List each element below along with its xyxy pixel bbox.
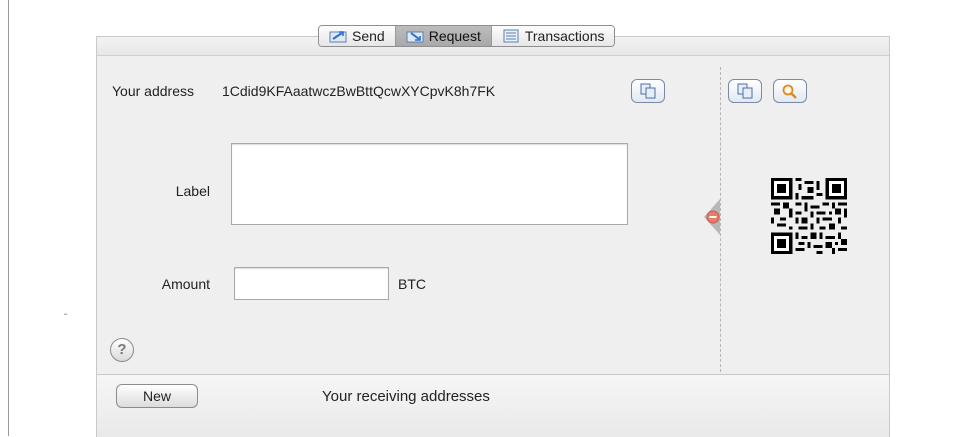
currency-label: BTC bbox=[398, 276, 426, 292]
tab-send-label: Send bbox=[352, 28, 385, 44]
send-icon bbox=[329, 31, 347, 43]
tab-request[interactable]: Request bbox=[395, 26, 492, 46]
address-value[interactable]: 1Cdid9KFAaatwczBwBttQcwXYCpvK8h7FK bbox=[222, 83, 495, 99]
copy-icon bbox=[640, 83, 656, 99]
copy-icon bbox=[737, 83, 753, 99]
request-icon bbox=[406, 31, 424, 43]
zoom-qr-button[interactable] bbox=[773, 79, 807, 103]
amount-field-label: Amount bbox=[161, 276, 210, 292]
tab-transactions-label: Transactions bbox=[524, 28, 605, 44]
window-left-edge bbox=[8, 0, 9, 436]
collapse-arrow-icon[interactable] bbox=[702, 199, 720, 235]
tab-request-label: Request bbox=[428, 28, 481, 44]
copy-address-button[interactable] bbox=[631, 79, 665, 103]
address-label: Your address bbox=[112, 83, 194, 99]
receiving-addresses-title: Your receiving addresses bbox=[322, 388, 490, 405]
help-button[interactable]: ? bbox=[110, 338, 134, 362]
new-address-button[interactable]: New bbox=[116, 384, 198, 408]
amount-input[interactable] bbox=[234, 267, 389, 300]
resize-marker: ˆ bbox=[64, 313, 68, 324]
magnifier-icon bbox=[782, 84, 797, 99]
split-divider[interactable] bbox=[720, 67, 721, 372]
tab-transactions[interactable]: Transactions bbox=[491, 26, 615, 46]
receiving-addresses-header bbox=[97, 374, 889, 437]
tab-bar: Send Request Transactions bbox=[318, 25, 616, 47]
label-input[interactable] bbox=[231, 143, 628, 225]
qr-code-image bbox=[771, 178, 847, 254]
tab-send[interactable]: Send bbox=[319, 26, 396, 46]
label-field-label: Label bbox=[175, 183, 210, 199]
copy-qr-button[interactable] bbox=[728, 79, 762, 103]
transactions-icon bbox=[503, 29, 519, 43]
